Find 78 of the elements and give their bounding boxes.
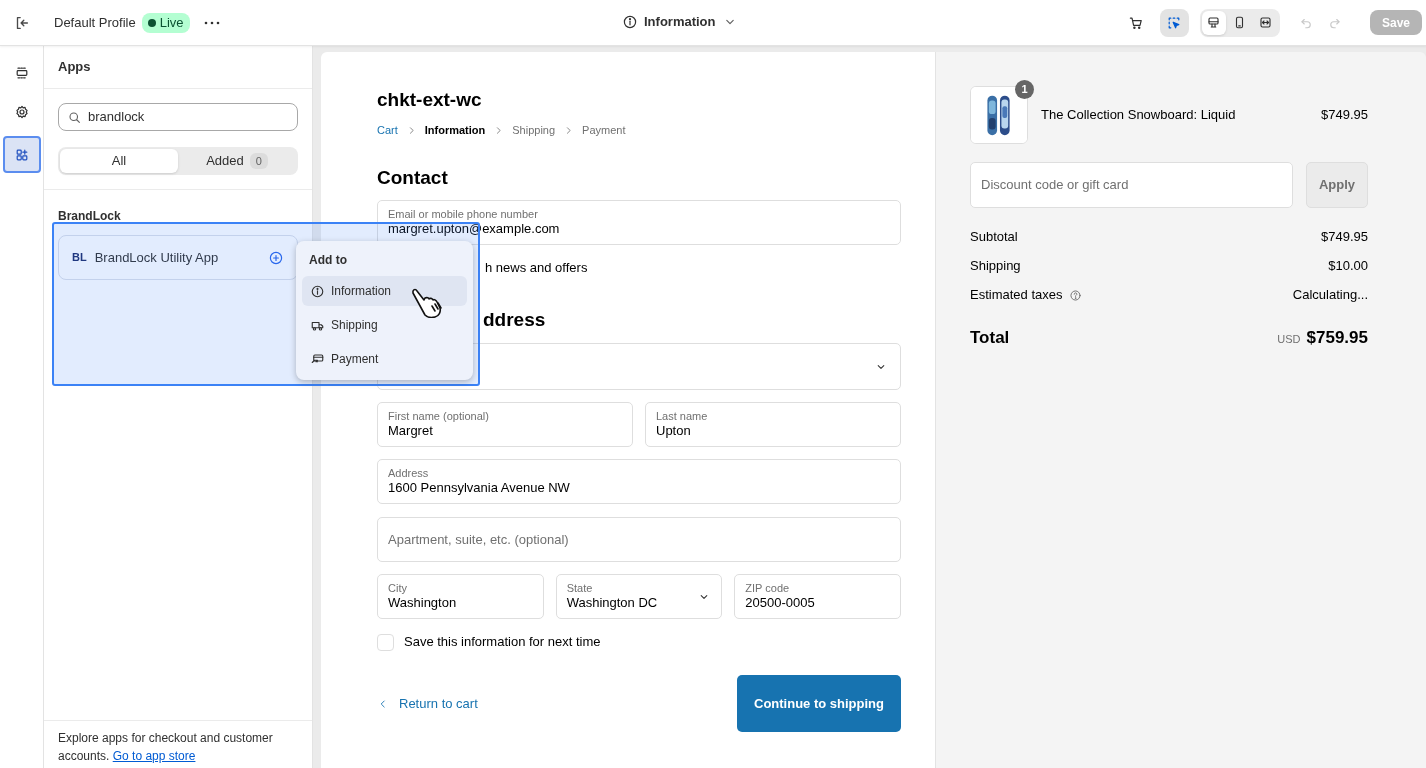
settings-icon	[13, 103, 30, 120]
quantity-badge: 1	[1015, 80, 1034, 99]
page-selector[interactable]: Information	[622, 12, 738, 32]
field-label: City	[388, 582, 408, 595]
expand-icon	[1258, 15, 1274, 30]
info-icon	[622, 14, 638, 30]
total-label: Total	[970, 327, 1010, 349]
field-label: Address	[388, 467, 430, 480]
panel-title: Apps	[58, 58, 91, 77]
currency-code: USD	[1277, 332, 1301, 347]
field-value: Washington	[388, 595, 458, 611]
checkbox-label: Save this information for next time	[404, 633, 601, 652]
field-label: Last name	[656, 410, 709, 423]
field-value: 20500-0005	[745, 595, 816, 611]
input-field[interactable]: Last name Upton	[645, 402, 901, 447]
desktop-icon	[1206, 15, 1222, 30]
filter-tab[interactable]: All	[60, 149, 178, 173]
help-icon	[1068, 288, 1082, 302]
total-amount: $759.95	[1306, 327, 1368, 349]
input-field[interactable]: First name (optional) Margret	[377, 402, 633, 447]
summary-label: Shipping	[970, 257, 1021, 276]
return-link[interactable]: Return to cart	[377, 693, 478, 714]
shop-name: chkt-ext-wc	[377, 88, 483, 110]
more-icon	[203, 20, 220, 25]
search-field[interactable]: brandlock	[58, 103, 298, 131]
inspector-button[interactable]	[1159, 8, 1189, 37]
count-badge: 0	[249, 152, 268, 170]
field-value: Upton	[656, 423, 692, 439]
input-field[interactable]: Address 1600 Pennsylvania Avenue NW	[377, 459, 901, 504]
menu-item[interactable]: Information	[302, 276, 467, 306]
input-field[interactable]: City Washington	[377, 574, 544, 619]
search-value: brandlock	[88, 108, 145, 127]
field-value: Washington DC	[566, 595, 659, 611]
field-value: 1600 Pennsylvania Avenue NW	[388, 480, 571, 496]
app-initials: BL	[72, 250, 87, 266]
breadcrumb-item[interactable]: Cart	[377, 121, 398, 139]
continue-button[interactable]: Continue to shipping	[737, 675, 901, 732]
input-field[interactable]: Apartment, suite, etc. (optional)	[377, 517, 901, 562]
product-price: $749.95	[1321, 106, 1368, 125]
filter-tab[interactable]: Added 0	[178, 149, 296, 173]
menu-item[interactable]: Shipping	[302, 310, 467, 340]
section-heading: Contact	[377, 166, 449, 188]
field-label: ZIP code	[745, 582, 791, 595]
info-icon	[310, 283, 325, 299]
input-field[interactable]: ZIP code 20500-0005	[734, 574, 901, 619]
summary-label: Estimated taxes	[970, 286, 1063, 305]
field-label: State	[566, 582, 594, 595]
summary-value: $10.00	[1328, 257, 1368, 276]
breadcrumb-item: Shipping	[512, 122, 556, 138]
menu-item[interactable]: Payment	[302, 344, 467, 374]
field-placeholder: Apartment, suite, etc. (optional)	[388, 530, 569, 549]
summary-value: $749.95	[1321, 228, 1368, 247]
search-icon	[67, 109, 82, 125]
checkbox[interactable]	[377, 633, 394, 651]
plus-icon	[268, 249, 284, 266]
field-value: Margret	[388, 423, 434, 439]
field-label: Email or mobile phone number	[388, 208, 539, 221]
group-title: BrandLock	[58, 208, 122, 225]
summary-value: Calculating...	[1292, 286, 1368, 305]
field-placeholder: Discount code or gift card	[981, 176, 1129, 195]
app-name: BrandLock Utility App	[94, 248, 219, 267]
profile-name: Default Profile	[54, 13, 136, 32]
app-store-link[interactable]: Go to app store	[112, 749, 196, 763]
input-field[interactable]: Discount code or gift card	[970, 162, 1293, 208]
field-label: First name (optional)	[388, 410, 490, 423]
add-button[interactable]	[268, 249, 284, 266]
checkbox-label: h news and offers	[485, 259, 588, 278]
select-field[interactable]: State Washington DC	[555, 574, 723, 619]
breadcrumb-item: Information	[424, 122, 486, 138]
breadcrumb-item: Payment	[582, 122, 626, 138]
menu-title: Add to	[308, 252, 348, 267]
apply-button[interactable]: Apply	[1306, 162, 1368, 208]
product-name: The Collection Snowboard: Liquid	[1041, 106, 1237, 125]
device-button[interactable]	[1201, 10, 1226, 35]
footer-text: Explore apps for checkout and customer accounts. Go to app store	[58, 730, 274, 765]
status-badge: Live	[141, 12, 190, 33]
summary-label: Subtotal	[970, 228, 1018, 247]
section-heading: ddress	[483, 307, 546, 332]
